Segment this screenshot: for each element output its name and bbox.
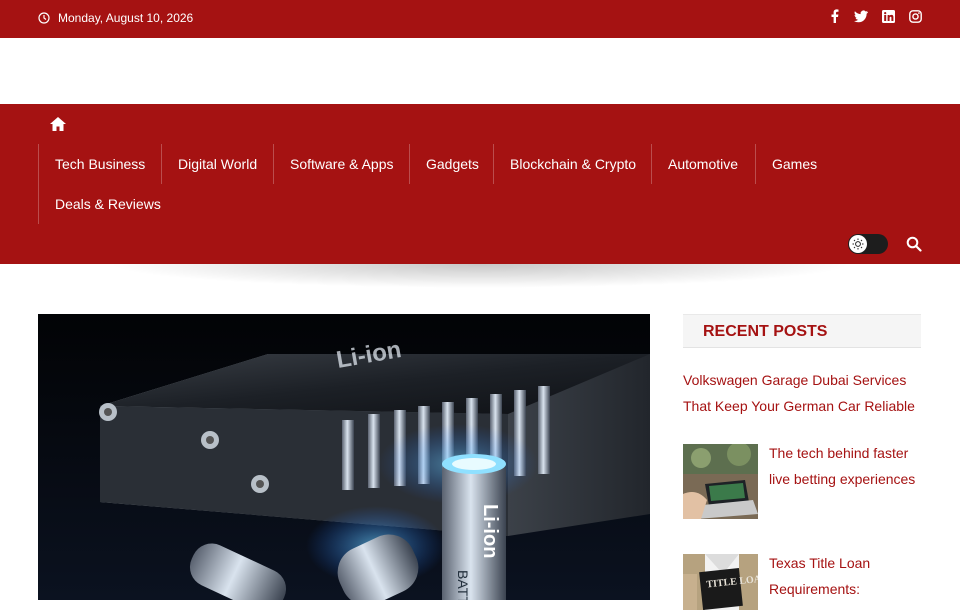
- twitter-icon[interactable]: [854, 9, 868, 23]
- nav-item-software-apps[interactable]: Software & Apps: [273, 144, 394, 184]
- main-navigation: Tech Business Digital World Software & A…: [0, 104, 960, 264]
- nav-item-games[interactable]: Games: [755, 144, 817, 184]
- facebook-icon[interactable]: [827, 9, 841, 23]
- nav-item-digital-world[interactable]: Digital World: [161, 144, 257, 184]
- date-text: Monday, August 10, 2026: [58, 11, 194, 25]
- instagram-icon[interactable]: [908, 9, 922, 23]
- logo-band: [0, 38, 960, 104]
- sidebar: RECENT POSTS Volkswagen Garage Dubai Ser…: [683, 314, 921, 610]
- search-icon[interactable]: [906, 236, 922, 252]
- date-display: Monday, August 10, 2026: [38, 11, 193, 25]
- top-bar: Monday, August 10, 2026: [0, 0, 960, 38]
- nav-item-tech-business[interactable]: Tech Business: [38, 144, 145, 184]
- dark-mode-toggle[interactable]: [848, 234, 888, 254]
- nav-item-automotive[interactable]: Automotive: [651, 144, 738, 184]
- featured-image[interactable]: Li-ion BATTERY Li-ion: [38, 314, 650, 600]
- nav-shadow: [0, 264, 960, 298]
- sun-icon: [849, 235, 867, 253]
- recent-post-link[interactable]: Texas Title Loan Requirements:: [769, 550, 921, 602]
- nav-item-gadgets[interactable]: Gadgets: [409, 144, 479, 184]
- recent-post-item: TITLE LOAN Texas Title Loan Requirements…: [683, 550, 921, 610]
- home-icon[interactable]: [49, 116, 67, 132]
- cell-label: Li-ion: [479, 504, 501, 558]
- recent-posts-heading: RECENT POSTS: [683, 314, 921, 348]
- social-links: [827, 9, 922, 23]
- recent-post-link[interactable]: The tech behind faster live betting expe…: [769, 440, 921, 492]
- battery-pack-illustration: Li-ion BATTERY Li-ion: [38, 314, 650, 600]
- nav-item-blockchain-crypto[interactable]: Blockchain & Crypto: [493, 144, 636, 184]
- linkedin-icon[interactable]: [881, 9, 895, 23]
- clock-icon: [38, 12, 50, 24]
- post-thumbnail[interactable]: [683, 444, 758, 519]
- recent-post-link[interactable]: Volkswagen Garage Dubai Services That Ke…: [683, 367, 921, 419]
- post-thumbnail[interactable]: TITLE LOAN: [683, 554, 758, 610]
- cell-sublabel: BATTERY: [455, 570, 471, 600]
- recent-post-item: The tech behind faster live betting expe…: [683, 440, 921, 519]
- nav-item-deals-reviews[interactable]: Deals & Reviews: [38, 184, 161, 224]
